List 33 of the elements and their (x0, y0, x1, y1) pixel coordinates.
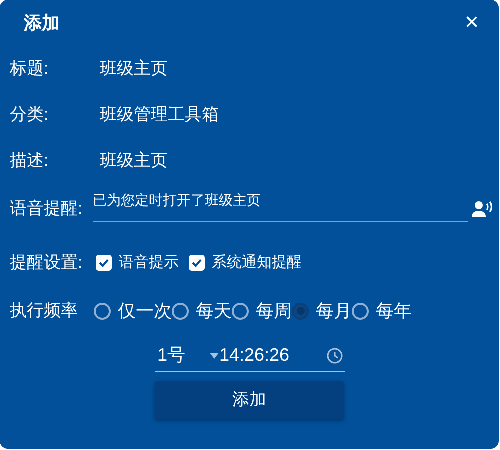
clock-icon[interactable] (326, 348, 342, 364)
field-value: 班级管理工具箱 (100, 104, 219, 126)
field-value: 班级主页 (100, 58, 168, 80)
radio-button[interactable] (232, 302, 249, 320)
checkbox[interactable] (96, 255, 112, 271)
radio-button[interactable] (172, 302, 189, 320)
day-value: 1号 (158, 344, 187, 367)
radio-label: 仅一次 (118, 300, 172, 322)
time-value: 14:26:26 (220, 344, 290, 367)
field-value: 班级主页 (100, 150, 168, 172)
radio-label: 每年 (376, 300, 412, 322)
add-button[interactable]: 添加 (155, 381, 344, 419)
schedule-field[interactable]: 1号 14:26:26 (154, 340, 344, 372)
checkbox-label: 系统通知提醒 (212, 252, 302, 273)
radio-button[interactable] (352, 302, 369, 320)
radio-label: 每天 (196, 300, 232, 322)
field-label: 描述: (10, 150, 50, 172)
field-label: 语音提醒: (10, 198, 84, 220)
close-button[interactable]: × (464, 11, 479, 35)
voice-text-field[interactable]: 已为您定时打开了班级主页 (93, 188, 468, 222)
radio-label: 每月 (316, 300, 352, 322)
dropdown-caret-icon[interactable] (210, 352, 218, 358)
field-label: 提醒设置: (10, 252, 84, 274)
checkbox[interactable] (189, 255, 205, 271)
radio-button[interactable] (94, 302, 111, 320)
radio-button[interactable] (292, 302, 309, 320)
radio-label: 每周 (256, 300, 292, 322)
checkbox-label: 语音提示 (119, 252, 179, 273)
field-label: 执行频率 (10, 300, 79, 322)
speaker-person-icon[interactable] (472, 201, 494, 217)
field-label: 分类: (10, 104, 50, 126)
field-label: 标题: (10, 58, 50, 80)
dialog-title: 添加 (24, 12, 60, 34)
